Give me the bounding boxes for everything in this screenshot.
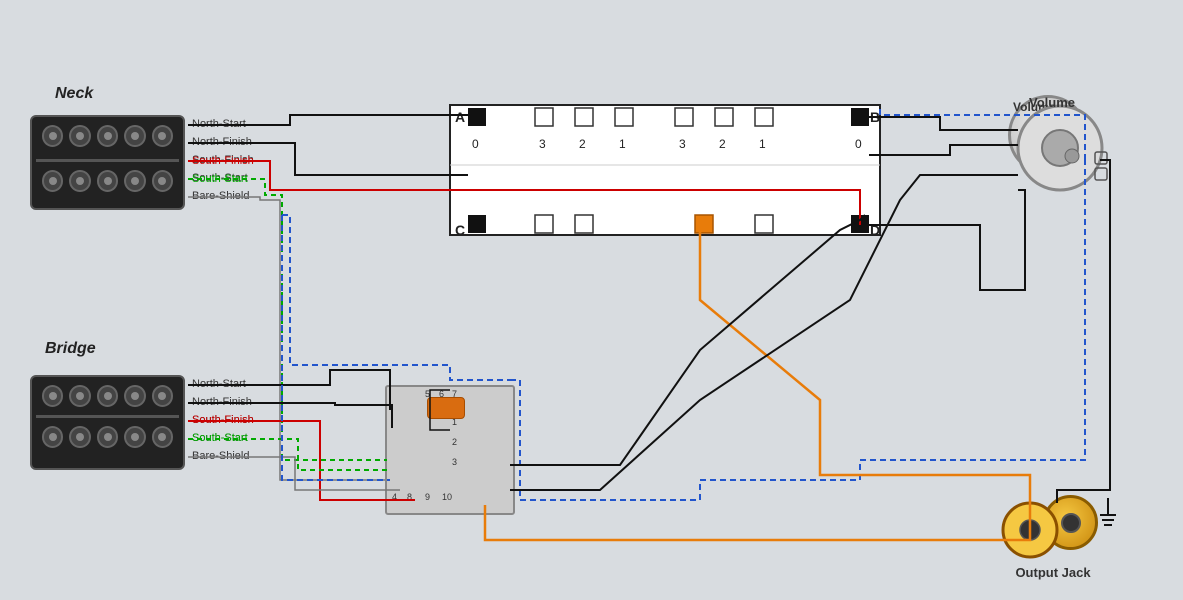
neck-dot-1 [42,125,63,147]
neck-dot-10 [152,170,173,192]
svg-text:C: C [455,222,465,238]
svg-text:2: 2 [719,137,726,151]
svg-text:3: 3 [679,137,686,151]
svg-text:1: 1 [759,137,766,151]
svg-text:1: 1 [619,137,626,151]
neck-dot-2 [69,125,90,147]
neck-pickup [30,115,185,210]
bridge-dot-8 [97,426,118,448]
neck-dot-4 [124,125,145,147]
bridge-label: Bridge [45,340,96,358]
output-jack-label: Output Jack [1008,565,1098,580]
bridge-dot-3 [97,385,118,407]
bridge-dot-9 [124,426,145,448]
bridge-dot-10 [152,426,173,448]
svg-text:0: 0 [855,137,862,151]
bridge-dot-4 [124,385,145,407]
5-way-switch: 5 6 7 1 2 3 4 8 9 10 [385,385,515,515]
bridge-south-start-label-colored: South-Start [192,432,248,444]
neck-label: Neck [55,85,93,103]
output-jack [1043,495,1098,550]
neck-south-start-label-colored: South-Start [192,173,248,185]
neck-dot-7 [69,170,90,192]
wiring-svg: A B C D 0 3 2 1 3 2 1 0 [0,0,1183,600]
neck-bare-shield-label: Bare-Shield [192,190,249,202]
svg-text:0: 0 [472,137,479,151]
bridge-dot-5 [152,385,173,407]
bridge-bare-shield-label: Bare-Shield [192,450,249,462]
neck-north-start-label: North-Start [192,118,246,130]
svg-text:A: A [455,109,465,125]
bridge-dot-2 [69,385,90,407]
neck-dot-6 [42,170,63,192]
svg-text:D: D [870,222,880,238]
neck-dot-8 [97,170,118,192]
neck-dot-3 [97,125,118,147]
svg-text:2: 2 [579,137,586,151]
bridge-dot-6 [42,426,63,448]
bridge-pickup [30,375,185,470]
neck-dot-5 [152,125,173,147]
bridge-dot-1 [42,385,63,407]
bridge-north-finish-label: North-Finish [192,396,252,408]
wiring-diagram: Neck North-Start North-Finish South-Fini… [0,0,1183,600]
neck-north-finish-label: North-Finish [192,136,252,148]
bridge-dot-7 [69,426,90,448]
bridge-north-start-label: North-Start [192,378,246,390]
svg-text:B: B [870,109,880,125]
neck-dot-9 [124,170,145,192]
neck-south-finish-label-colored: South-Finish [192,155,254,167]
bridge-south-finish-label-colored: South-Finish [192,414,254,426]
svg-text:3: 3 [539,137,546,151]
volume-pot-label: Volume [1029,95,1075,110]
